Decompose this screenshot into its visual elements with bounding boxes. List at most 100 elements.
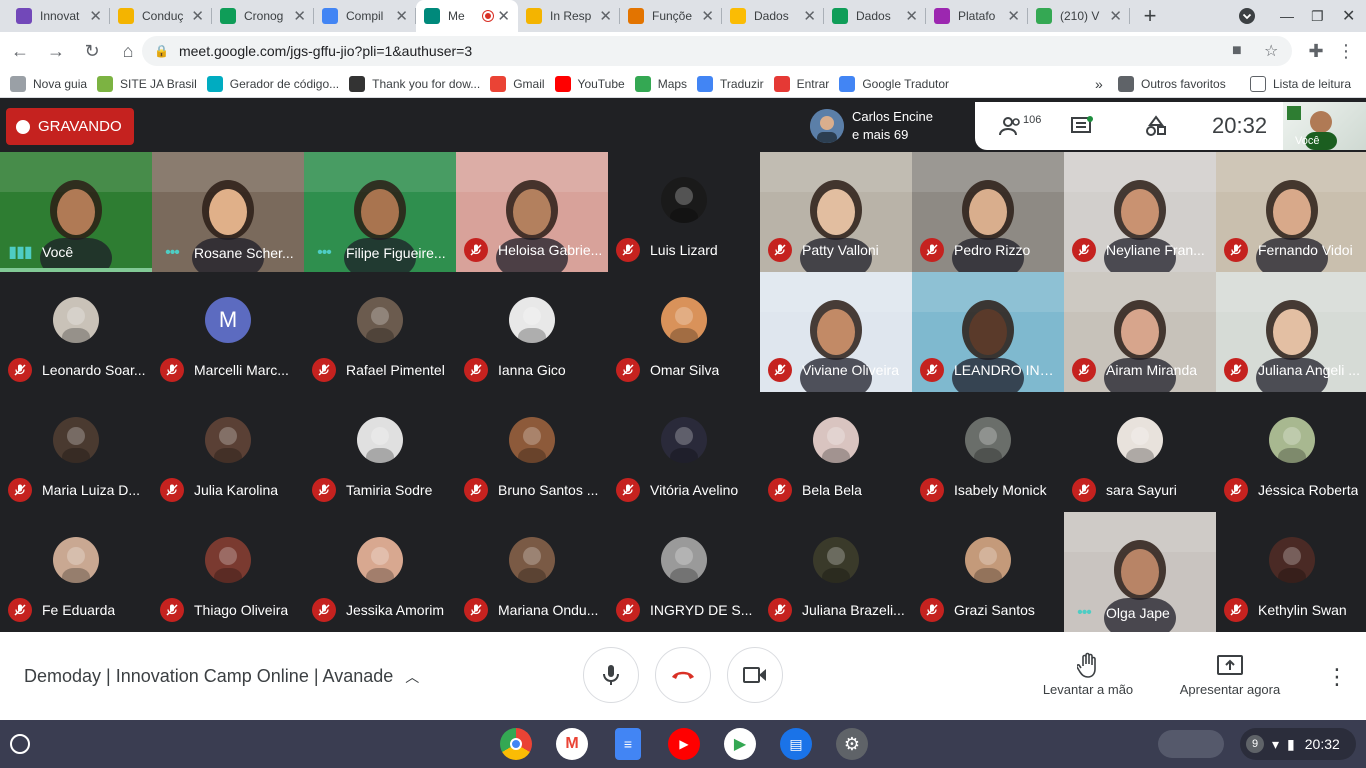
browser-tab[interactable]: Conduç ✕ <box>110 0 212 32</box>
bookmark-item[interactable]: SITE JA Brasil <box>97 75 197 92</box>
new-tab-button[interactable]: + <box>1130 0 1170 32</box>
participant-tile[interactable]: Juliana Brazeli... <box>760 512 912 632</box>
participant-tile[interactable]: Heloisa Gabrie... <box>456 152 608 272</box>
tray-app-icons[interactable] <box>1158 730 1224 758</box>
participant-tile[interactable]: Grazi Santos <box>912 512 1064 632</box>
tab-close-icon[interactable]: ✕ <box>701 7 714 25</box>
launcher-icon[interactable] <box>10 734 30 754</box>
close-window-icon[interactable]: ✕ <box>1342 0 1355 32</box>
leave-call-button[interactable] <box>655 647 711 703</box>
restore-icon[interactable]: ❐ <box>1311 0 1324 32</box>
other-bookmarks[interactable]: Outros favoritos <box>1118 75 1226 92</box>
participant-tile[interactable]: Kethylin Swan <box>1216 512 1366 632</box>
bookmark-star-icon[interactable]: ☆ <box>1264 36 1278 66</box>
bookmark-item[interactable]: Thank you for dow... <box>349 75 480 92</box>
participant-tile[interactable]: INGRYD DE S... <box>608 512 760 632</box>
bookmark-item[interactable]: Gerador de código... <box>206 75 339 92</box>
tab-search-icon[interactable] <box>1238 0 1256 32</box>
gmail-icon[interactable]: M <box>556 728 588 760</box>
browser-tab[interactable]: Compil ✕ <box>314 0 416 32</box>
participant-tile[interactable]: sara Sayuri <box>1064 392 1216 512</box>
participant-tile[interactable]: Julia Karolina <box>152 392 304 512</box>
camera-button[interactable] <box>727 647 783 703</box>
meeting-details-button[interactable]: Demoday | Innovation Camp Online | Avana… <box>24 666 419 687</box>
browser-tab[interactable]: Dados ✕ <box>722 0 824 32</box>
browser-tab[interactable]: (210) V ✕ <box>1028 0 1130 32</box>
youtube-icon[interactable]: ▶ <box>668 728 700 760</box>
minimize-icon[interactable]: — <box>1280 0 1294 32</box>
tab-close-icon[interactable]: ✕ <box>1007 7 1020 25</box>
participant-tile[interactable]: Viviane Oliveira <box>760 272 912 392</box>
tab-close-icon[interactable]: ✕ <box>599 7 612 25</box>
reading-list[interactable]: Lista de leitura <box>1250 75 1351 92</box>
self-preview[interactable]: Você <box>1283 102 1366 150</box>
participants-button[interactable]: 106 <box>999 102 1041 150</box>
bookmark-item[interactable]: Traduzir <box>697 75 764 92</box>
participant-tile[interactable]: Luis Lizard <box>608 152 760 272</box>
participant-tile[interactable]: Patty Valloni <box>760 152 912 272</box>
participant-tile[interactable]: Isabely Monick <box>912 392 1064 512</box>
tab-close-icon[interactable]: ✕ <box>191 7 204 25</box>
tab-close-icon[interactable]: ✕ <box>497 7 510 25</box>
settings-gear-icon[interactable]: ⚙ <box>836 728 868 760</box>
participant-tile[interactable]: Mariana Ondu... <box>456 512 608 632</box>
participant-tile[interactable]: Rafael Pimentel <box>304 272 456 392</box>
participant-tile[interactable]: Omar Silva <box>608 272 760 392</box>
recording-indicator[interactable]: GRAVANDO <box>6 108 134 145</box>
more-bookmarks-icon[interactable]: » <box>1095 76 1103 92</box>
bookmark-item[interactable]: YouTube <box>554 75 625 92</box>
participant-tile[interactable]: Fernando Vidoi <box>1216 152 1366 272</box>
extensions-icon[interactable]: ✚ <box>1300 35 1332 67</box>
more-options-icon[interactable]: ⋮ <box>1326 664 1348 690</box>
participant-tile[interactable]: Jéssica Roberta <box>1216 392 1366 512</box>
participant-tile[interactable]: Fe Eduarda <box>0 512 152 632</box>
play-store-icon[interactable]: ▶ <box>724 728 756 760</box>
home-icon[interactable]: ⌂ <box>112 35 144 67</box>
messages-icon[interactable]: ▤ <box>780 728 812 760</box>
back-icon[interactable]: ← <box>4 35 36 67</box>
chat-button[interactable] <box>1071 102 1093 150</box>
browser-tab[interactable]: Me ✕ <box>416 0 518 32</box>
tab-close-icon[interactable]: ✕ <box>395 7 408 25</box>
browser-tab[interactable]: Funçõe ✕ <box>620 0 722 32</box>
bookmark-item[interactable]: Entrar <box>773 75 829 92</box>
participant-tile[interactable]: ••• Filipe Figueire... <box>304 152 456 272</box>
bookmark-item[interactable]: Gmail <box>490 75 545 92</box>
raise-hand-button[interactable]: Levantar a mão <box>1028 652 1148 697</box>
bookmark-item[interactable]: Google Tradutor <box>839 75 949 92</box>
participant-tile[interactable]: Pedro Rizzo <box>912 152 1064 272</box>
docs-icon[interactable]: ≡ <box>615 728 641 760</box>
tab-close-icon[interactable]: ✕ <box>293 7 306 25</box>
participant-tile[interactable]: Vitória Avelino <box>608 392 760 512</box>
tab-close-icon[interactable]: ✕ <box>803 7 816 25</box>
participant-tile[interactable]: Jessika Amorim <box>304 512 456 632</box>
browser-tab[interactable]: Innovat ✕ <box>8 0 110 32</box>
tab-close-icon[interactable]: ✕ <box>89 7 102 25</box>
participant-tile[interactable]: ••• Olga Jape <box>1064 512 1216 632</box>
participant-tile[interactable]: Juliana Angeli ... <box>1216 272 1366 392</box>
participant-tile[interactable]: Airam Miranda <box>1064 272 1216 392</box>
participant-tile[interactable]: Ianna Gico <box>456 272 608 392</box>
tab-close-icon[interactable]: ✕ <box>1109 7 1122 25</box>
browser-tab[interactable]: Platafo ✕ <box>926 0 1028 32</box>
bookmark-item[interactable]: Nova guia <box>10 75 87 92</box>
browser-tab[interactable]: In Resp ✕ <box>518 0 620 32</box>
participant-tile[interactable]: ••• Rosane Scher... <box>152 152 304 272</box>
menu-kebab-icon[interactable]: ⋮ <box>1330 35 1362 67</box>
activities-button[interactable] <box>1145 102 1167 150</box>
participant-tile[interactable]: Bela Bela <box>760 392 912 512</box>
participant-tile[interactable]: Bruno Santos ... <box>456 392 608 512</box>
camera-icon[interactable]: ■ <box>1232 36 1242 66</box>
participant-tile[interactable]: M Marcelli Marc... <box>152 272 304 392</box>
participant-tile[interactable]: Leonardo Soar... <box>0 272 152 392</box>
participant-tile[interactable]: LEANDRO INA... <box>912 272 1064 392</box>
forward-icon[interactable]: → <box>40 35 72 67</box>
participant-tile[interactable]: Maria Luiza D... <box>0 392 152 512</box>
bookmark-item[interactable]: Maps <box>634 75 687 92</box>
present-now-button[interactable]: Apresentar agora <box>1170 652 1290 697</box>
participant-tile[interactable]: Neyliane Fran... <box>1064 152 1216 272</box>
url-omnibox[interactable]: 🔒 meet.google.com/jgs-gffu-jio?pli=1&aut… <box>142 36 1292 66</box>
chrome-icon[interactable] <box>500 728 532 760</box>
presenter-info[interactable]: Carlos Encine e mais 69 <box>803 102 975 150</box>
status-tray[interactable]: 9 ▾ ▮ 20:32 <box>1240 728 1356 760</box>
